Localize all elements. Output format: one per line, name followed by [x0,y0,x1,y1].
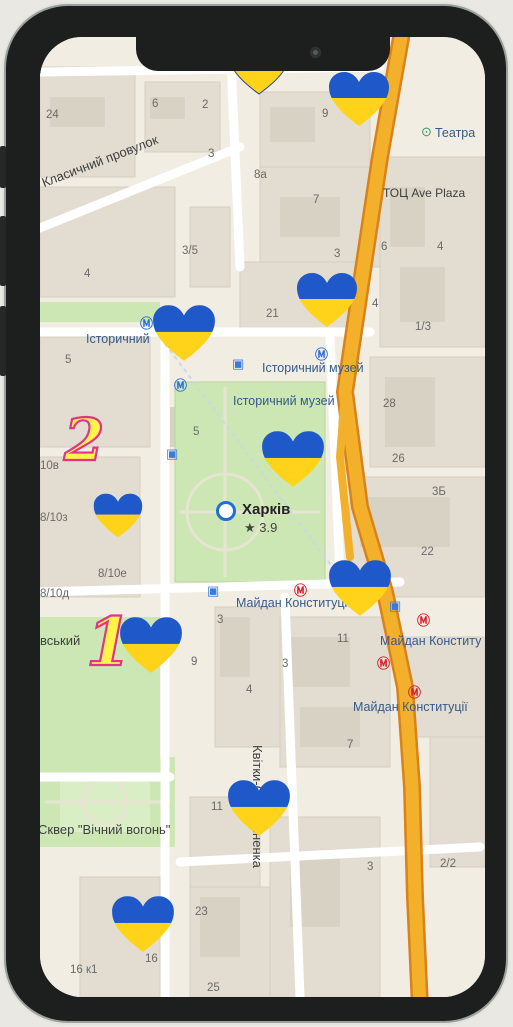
house-number: 21 [266,308,279,320]
house-number: 6 [381,241,388,253]
house-number: 2 [202,99,209,111]
side-button-1 [0,146,6,188]
house-number: 4 [84,268,91,280]
house-number: 8/10е [98,568,127,580]
house-number: 11 [211,801,223,813]
heart-icon[interactable] [295,271,359,329]
heart-icon[interactable] [151,303,217,363]
badge-one: 1 [85,603,133,681]
city-pin-icon[interactable] [216,501,236,521]
city-name[interactable]: Харків [242,502,290,517]
heart-icon[interactable] [260,429,326,489]
house-number: 3 [282,658,289,670]
bus-stop-icon[interactable]: ▣ [166,447,178,460]
house-number: 3/5 [182,245,198,257]
house-number: 26 [392,453,405,465]
house-number: 1/3 [415,321,431,333]
heart-icon[interactable] [110,894,176,954]
house-number: 24 [46,109,59,121]
house-number: 3 [367,861,374,873]
metro-icon[interactable]: Ⓜ [315,344,328,363]
house-number: 11 [337,633,349,645]
museum-label-1[interactable]: Історичний музей [262,362,364,375]
house-number: 5 [65,354,72,366]
house-number: 25 [207,982,220,994]
house-number: 2/2 [440,858,456,870]
house-number: 5 [193,426,200,438]
phone-notch [136,37,390,71]
house-number: 3 [334,248,341,260]
house-number: 8/10з [40,512,68,524]
house-number: 7 [347,739,354,751]
heart-icon[interactable] [226,778,292,838]
house-number: 16 к1 [70,964,98,976]
poi-teatr[interactable]: Театра [435,127,475,140]
street-label-skver: Сквер "Вічний вогонь" [40,822,171,837]
bus-stop-icon[interactable]: ▣ [232,357,244,370]
house-number: 4 [437,241,444,253]
house-number: 8/10д [40,588,70,600]
heart-icon[interactable] [92,492,144,539]
metro-icon[interactable]: Ⓜ [417,610,430,629]
house-number: 8а [254,169,267,181]
house-number: 10в [40,460,59,472]
badge-two: 2 [63,406,106,474]
house-number: 4 [372,298,379,310]
metro-icon[interactable]: Ⓜ [377,653,390,672]
maidan-label-2[interactable]: Майдан Конститу [380,635,481,648]
camera-icon [310,47,321,58]
house-number: 4 [246,684,253,696]
poi-toc[interactable]: ТОЦ Ave Plaza [383,187,465,199]
house-number: 9 [191,656,198,668]
map-screen[interactable]: Класичний провулок Квітки-Основ'яненка С… [40,37,485,997]
house-number: 3 [208,148,215,160]
house-number: 28 [383,398,396,410]
poi-teatr-icon: ⊙ [421,124,432,139]
city-rating: ★ 3.9 [244,520,278,535]
maidan-label-3[interactable]: Майдан Конституції [353,701,468,714]
house-number: 3Б [432,486,446,498]
house-number: 7 [313,194,320,206]
metro-icon[interactable]: Ⓜ [408,682,421,701]
house-number: 16 [145,953,158,965]
house-number: 22 [421,546,434,558]
house-number: 6 [152,98,159,110]
heart-icon[interactable] [327,70,391,128]
side-button-3 [0,306,6,376]
bus-stop-icon[interactable]: ▣ [207,584,219,597]
house-number: 23 [195,906,208,918]
metro-icon[interactable]: Ⓜ [174,375,187,394]
side-button-2 [0,216,6,286]
station-istorychnyi[interactable]: Історичний [86,333,150,346]
house-number: 3 [217,614,224,626]
museum-label-2[interactable]: Історичний музей [233,395,335,408]
street-label-shevchenkivskyi: вський [40,633,81,648]
heart-icon[interactable] [327,558,393,618]
metro-icon[interactable]: Ⓜ [294,580,307,599]
